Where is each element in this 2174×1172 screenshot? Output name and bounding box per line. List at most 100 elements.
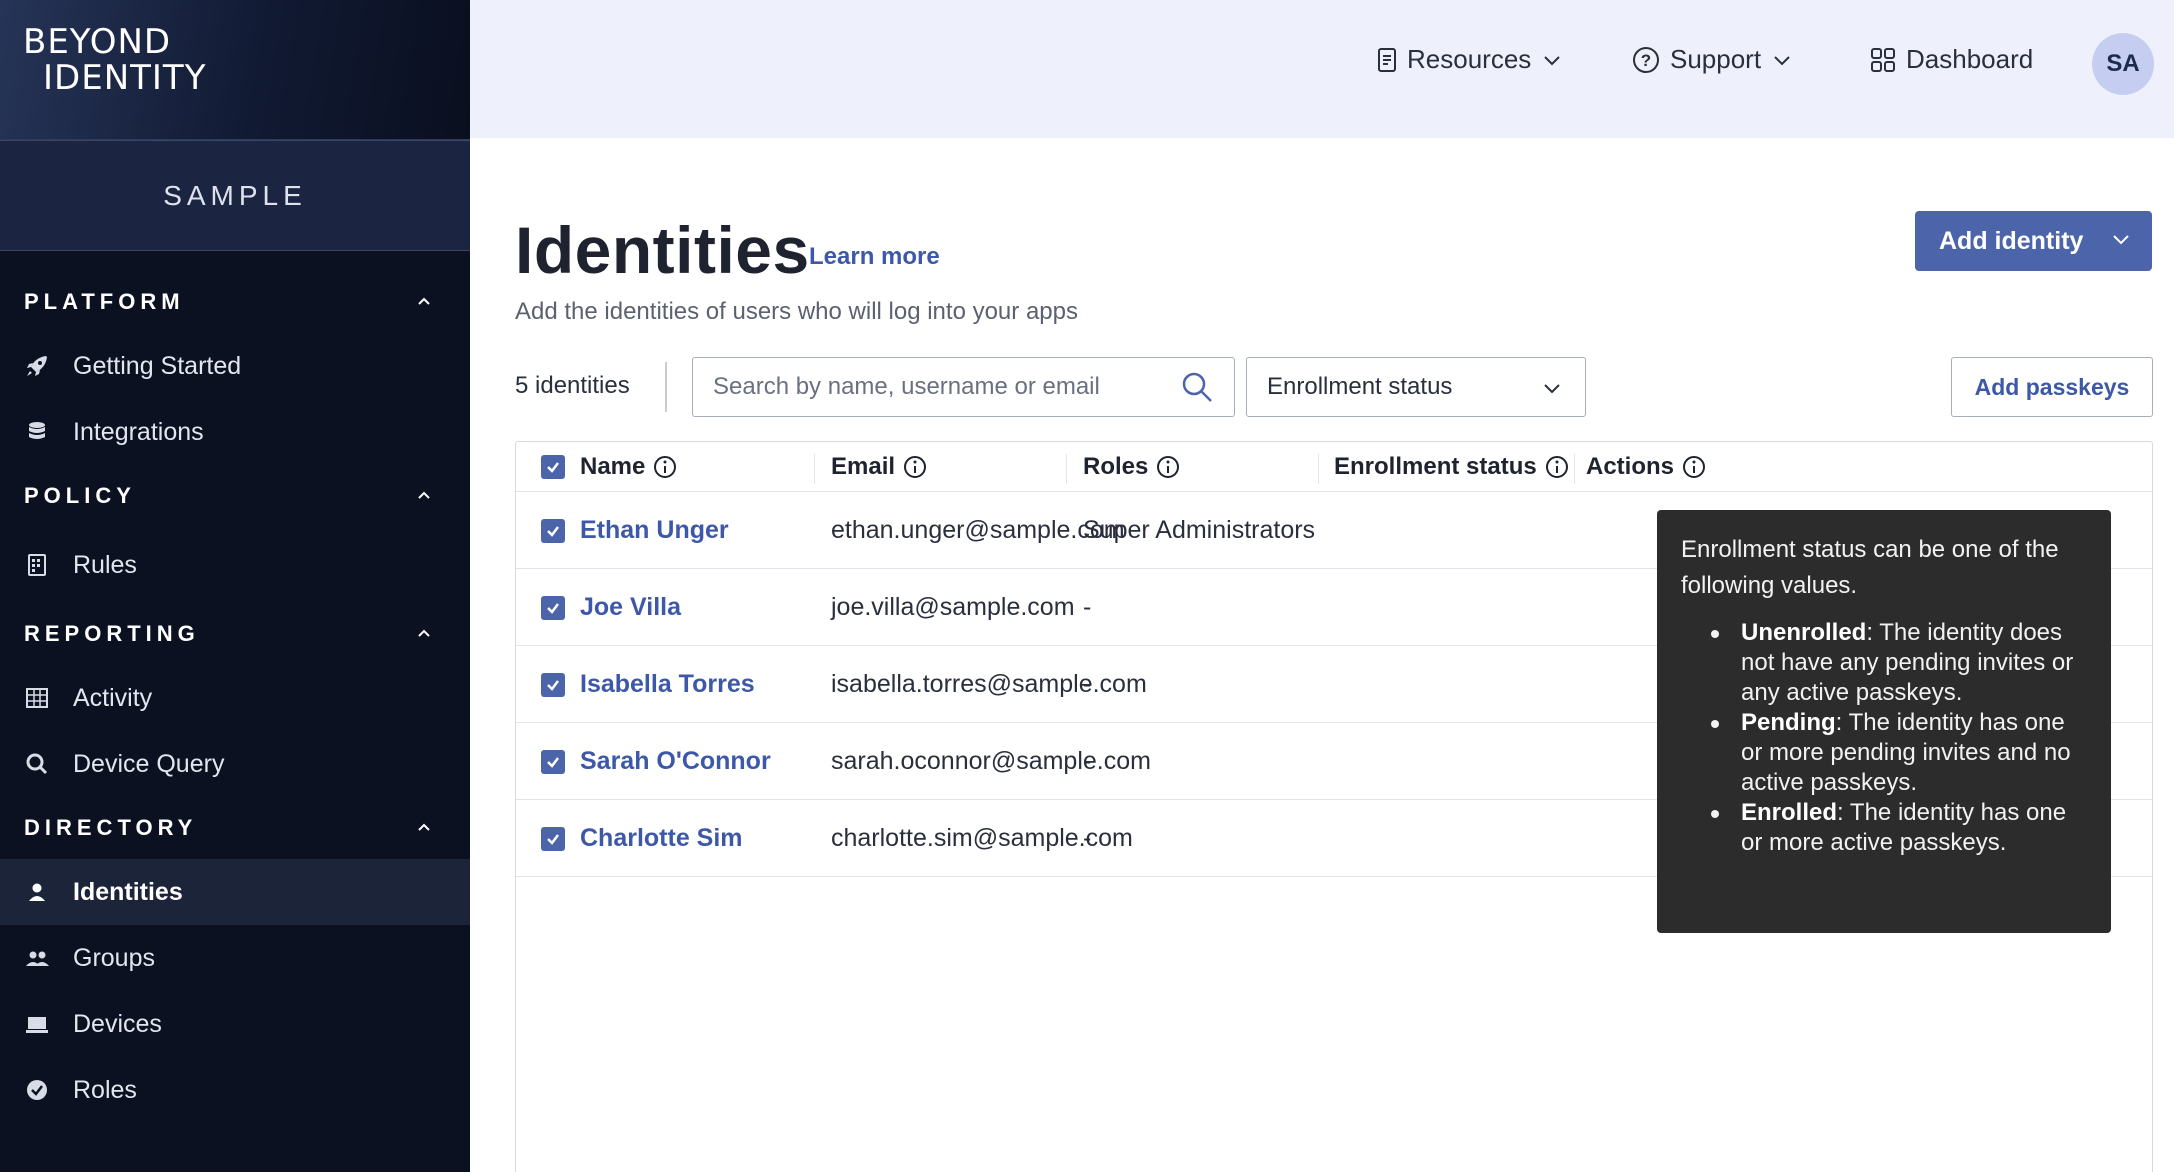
- identity-roles: -: [1083, 670, 1092, 698]
- checkmark-icon: [547, 526, 559, 537]
- select-all-checkbox[interactable]: [541, 455, 565, 479]
- identity-name-link[interactable]: Charlotte Sim: [580, 800, 743, 877]
- sidebar-item-label: Integrations: [73, 417, 204, 446]
- sidebar-item-integrations[interactable]: Integrations: [0, 399, 470, 465]
- sidebar-item-activity[interactable]: Activity: [0, 665, 470, 731]
- brand-logo[interactable]: BEYOND IDENTITY: [0, 0, 470, 140]
- checkmark-icon: [547, 462, 559, 473]
- identity-email: joe.villa@sample.com: [831, 593, 1075, 621]
- column-header-enrollment-status[interactable]: Enrollment status: [1334, 442, 1569, 492]
- identity-email: ethan.unger@sample.com: [831, 516, 1125, 544]
- tooltip-term: Pending: [1741, 709, 1836, 736]
- rules-icon: [24, 552, 50, 578]
- column-header-label: Enrollment status: [1334, 453, 1537, 480]
- chevron-up-icon: [418, 297, 430, 305]
- identity-count: 5 identities: [515, 372, 630, 399]
- sidebar-item-label: Devices: [73, 1009, 162, 1038]
- checkmark-icon: [547, 757, 559, 768]
- tooltip-intro: Enrollment status can be one of the foll…: [1681, 536, 2059, 599]
- add-identity-button[interactable]: Add identity: [1915, 211, 2152, 271]
- tooltip-term: Enrolled: [1741, 799, 1838, 826]
- search-icon[interactable]: [1180, 370, 1214, 404]
- user-avatar[interactable]: SA: [2092, 33, 2154, 95]
- add-passkeys-button[interactable]: Add passkeys: [1951, 357, 2153, 417]
- sidebar-item-label: Identities: [73, 877, 183, 906]
- info-icon[interactable]: [1156, 455, 1180, 479]
- row-checkbox[interactable]: [541, 827, 565, 851]
- dashboard-link[interactable]: Dashboard: [1870, 44, 2033, 75]
- tooltip-item: Enrolled: The identity has one or more a…: [1681, 798, 2087, 858]
- row-checkbox[interactable]: [541, 519, 565, 543]
- laptop-icon: [24, 1011, 50, 1037]
- tenant-switcher[interactable]: SAMPLE: [0, 140, 470, 251]
- column-header-actions[interactable]: Actions: [1586, 442, 1706, 492]
- column-header-name[interactable]: Name: [580, 442, 677, 492]
- dashboard-grid-icon: [1871, 47, 1895, 72]
- info-icon[interactable]: [903, 455, 927, 479]
- identity-roles: -: [1083, 824, 1092, 852]
- search-input[interactable]: [692, 357, 1235, 417]
- resources-menu[interactable]: Resources: [1377, 44, 1571, 75]
- chevron-down-icon: [1774, 55, 1790, 65]
- sidebar-item-label: Rules: [73, 550, 137, 579]
- column-header-roles[interactable]: Roles: [1083, 442, 1180, 492]
- column-header-label: Name: [580, 453, 646, 480]
- sidebar-item-label: Groups: [73, 943, 155, 972]
- tooltip-list: Unenrolled: The identity does not have a…: [1681, 618, 2087, 858]
- chevron-down-icon: [1544, 55, 1560, 65]
- sidebar-item-device-query[interactable]: Device Query: [0, 731, 470, 797]
- identity-name-link[interactable]: Isabella Torres: [580, 646, 755, 723]
- enrollment-status-select-value: Enrollment status: [1267, 373, 1453, 400]
- sidebar-item-rules[interactable]: Rules: [0, 527, 470, 603]
- checkmark-icon: [547, 834, 559, 845]
- identity-name-link[interactable]: Sarah O'Connor: [580, 723, 771, 800]
- checkmark-icon: [547, 603, 559, 614]
- main-content: Identities Learn more Add the identities…: [470, 138, 2174, 1172]
- row-checkbox[interactable]: [541, 750, 565, 774]
- sidebar-item-devices[interactable]: Devices: [0, 991, 470, 1057]
- identity-name-link[interactable]: Joe Villa: [580, 569, 681, 646]
- info-icon[interactable]: [1682, 455, 1706, 479]
- sidebar-item-label: Roles: [73, 1075, 137, 1104]
- sidebar-item-groups[interactable]: Groups: [0, 925, 470, 991]
- help-circle-icon: ?: [1633, 46, 1659, 73]
- chevron-up-icon: [418, 823, 430, 831]
- page-title: Identities: [515, 213, 810, 287]
- nav-section-platform[interactable]: PLATFORM: [0, 271, 470, 333]
- sidebar-item-roles[interactable]: Roles: [0, 1057, 470, 1123]
- tooltip-term: Unenrolled: [1741, 619, 1867, 646]
- identity-name-link[interactable]: Ethan Unger: [580, 492, 729, 569]
- support-menu[interactable]: ? Support: [1632, 44, 1801, 75]
- nav-section-title: PLATFORM: [24, 289, 185, 314]
- tooltip-item: Pending: The identity has one or more pe…: [1681, 708, 2087, 798]
- group-icon: [24, 945, 50, 971]
- document-icon: [1378, 47, 1396, 72]
- row-checkbox[interactable]: [541, 673, 565, 697]
- row-checkbox[interactable]: [541, 596, 565, 620]
- identity-roles: -: [1083, 747, 1092, 775]
- learn-more-link[interactable]: Learn more: [809, 243, 940, 271]
- nav-section-title: POLICY: [24, 483, 136, 508]
- enrollment-status-select[interactable]: Enrollment status: [1246, 357, 1586, 417]
- nav-section-policy[interactable]: POLICY: [0, 465, 470, 527]
- sidebar: BEYOND IDENTITY SAMPLE PLATFORM Getting …: [0, 0, 470, 1172]
- info-icon[interactable]: [653, 455, 677, 479]
- divider: [665, 362, 667, 412]
- nav-section-reporting[interactable]: REPORTING: [0, 603, 470, 665]
- add-identity-label: Add identity: [1939, 226, 2084, 255]
- identity-email: sarah.oconnor@sample.com: [831, 747, 1151, 775]
- checkmark-icon: [547, 680, 559, 691]
- column-header-email[interactable]: Email: [831, 442, 927, 492]
- chevron-up-icon: [418, 629, 430, 637]
- column-divider: [1066, 454, 1067, 484]
- nav-section-directory[interactable]: DIRECTORY: [0, 797, 470, 859]
- nav-section-title: DIRECTORY: [24, 815, 198, 840]
- info-icon[interactable]: [1545, 455, 1569, 479]
- column-divider: [1318, 454, 1319, 484]
- identity-roles: Super Administrators: [1083, 516, 1316, 544]
- sidebar-item-getting-started[interactable]: Getting Started: [0, 333, 470, 399]
- sidebar-item-identities[interactable]: Identities: [0, 859, 470, 925]
- dashboard-label: Dashboard: [1906, 44, 2034, 74]
- column-header-label: Email: [831, 453, 896, 480]
- tooltip-item: Unenrolled: The identity does not have a…: [1681, 618, 2087, 708]
